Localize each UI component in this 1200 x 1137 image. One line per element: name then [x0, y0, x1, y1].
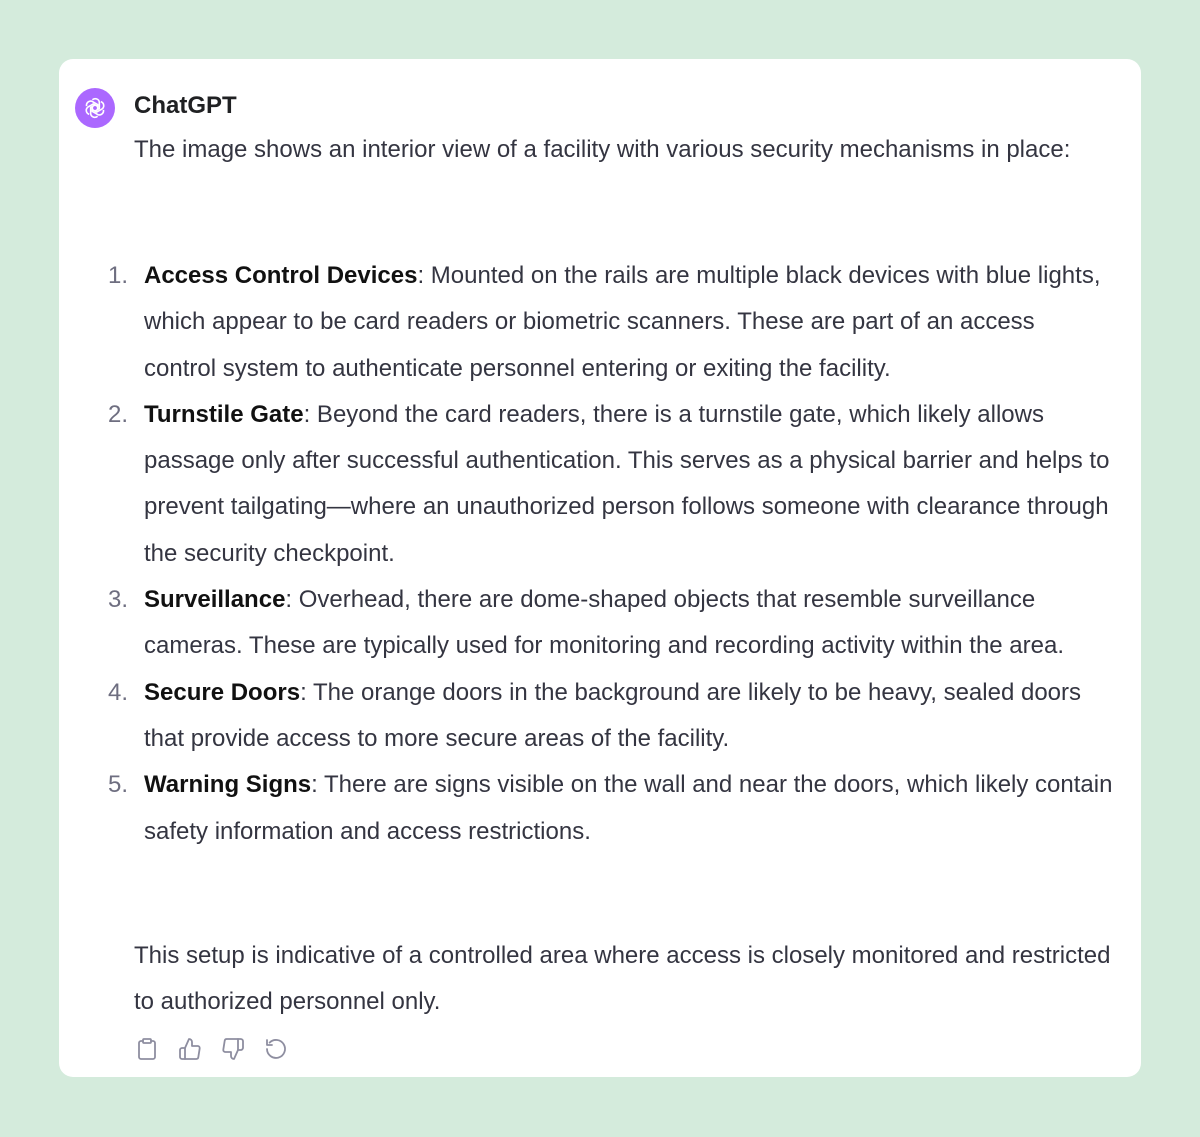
clipboard-icon: [138, 1038, 156, 1060]
list-item-title: Warning Signs: [144, 771, 312, 799]
message-outro: This setup is indicative of a controlled…: [134, 942, 1111, 1015]
list-item-number: 3.: [108, 586, 129, 614]
copy-button[interactable]: [135, 1037, 159, 1061]
message-actions: [135, 1037, 288, 1061]
list-item-number: 2.: [108, 400, 129, 428]
regenerate-button[interactable]: [264, 1037, 288, 1061]
list-item-title: Turnstile Gate: [144, 400, 304, 428]
message-author: ChatGPT: [134, 92, 237, 119]
list-item-number: 5.: [108, 771, 129, 799]
list-item-number: 1.: [108, 262, 129, 289]
openai-logo-icon: [85, 97, 105, 119]
security-mechanisms-list: 1. Access Control Devices: Mounted on the…: [103, 253, 1113, 855]
message-intro: The image shows an interior view of a fa…: [134, 136, 1071, 163]
chat-message-card: ChatGPT The image shows an interior view…: [59, 59, 1141, 1077]
thumbs-up-button[interactable]: [178, 1037, 202, 1061]
list-item: 1. Access Control Devices: Mounted on the…: [103, 253, 1113, 392]
list-item-title: Secure Doors: [144, 678, 301, 706]
list-item: 5. Warning Signs: There are signs visible…: [103, 762, 1113, 855]
list-item: 4. Secure Doors: The orange doors in the …: [103, 670, 1113, 763]
thumbs-down-button[interactable]: [221, 1037, 245, 1061]
chatgpt-avatar: [75, 88, 115, 128]
list-item: 2. Turnstile Gate: Beyond the card reader…: [103, 392, 1113, 577]
list-item-number: 4.: [108, 678, 129, 706]
regenerate-icon: [266, 1039, 286, 1059]
thumbs-up-icon: [179, 1038, 201, 1060]
list-item-title: Surveillance: [144, 586, 286, 614]
list-item-title: Access Control Devices: [144, 262, 418, 289]
thumbs-down-icon: [222, 1038, 244, 1060]
list-item: 3. Surveillance: Overhead, there are dome…: [103, 577, 1113, 670]
